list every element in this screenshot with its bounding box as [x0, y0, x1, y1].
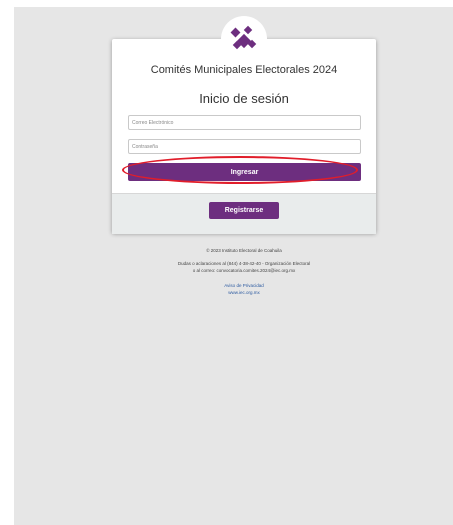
password-field[interactable] — [128, 139, 361, 154]
contact-text-line1: Dudas o aclaraciones al (844) 4-38-42-40… — [177, 261, 311, 266]
logo — [221, 16, 267, 62]
copyright-text: © 2023 Instituto Electoral de Coahuila — [206, 248, 282, 253]
email-field[interactable] — [128, 115, 361, 130]
iec-logo-icon — [230, 25, 257, 50]
contact-text-line2: o al correo: convocatoria.comites.2024@i… — [192, 268, 296, 273]
login-heading: Inicio de sesión — [199, 91, 289, 106]
login-button[interactable]: Ingresar — [128, 163, 361, 181]
register-button[interactable]: Registrarse — [209, 202, 279, 219]
app-title: Comités Municipales Electorales 2024 — [150, 64, 338, 76]
privacy-link[interactable]: Aviso de Privacidad — [112, 283, 376, 289]
website-link[interactable]: www.iec.org.mx — [112, 290, 376, 296]
